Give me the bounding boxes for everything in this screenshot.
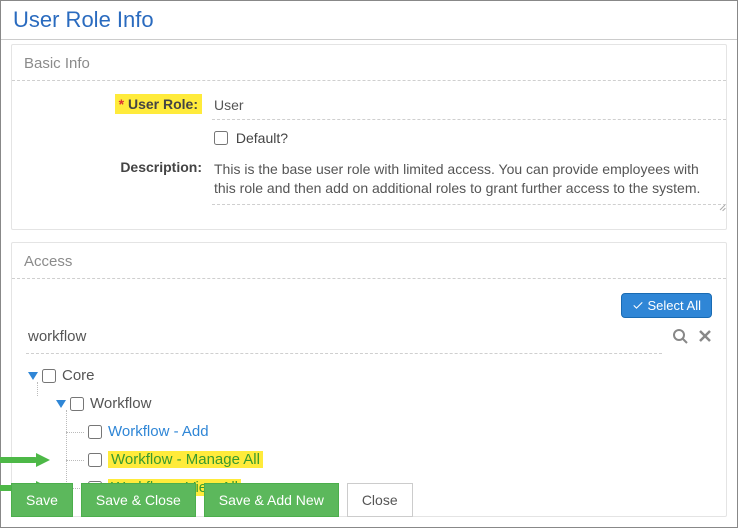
permission-link[interactable]: Workflow - Manage All [108, 451, 263, 468]
select-all-button[interactable]: Select All [621, 293, 712, 318]
user-role-label: * User Role: [115, 94, 202, 114]
clear-search-icon[interactable] [698, 329, 712, 348]
description-row: Description: This is the base user role … [12, 156, 726, 205]
default-checkbox[interactable] [214, 131, 228, 145]
core-checkbox[interactable] [42, 369, 56, 383]
tree-label-core: Core [62, 367, 95, 384]
resize-handle-icon[interactable] [716, 201, 726, 211]
tree-leaf: Workflow - Add [28, 418, 712, 446]
save-button[interactable]: Save [11, 483, 73, 517]
dialog-footer: Save Save & Close Save & Add New Close [11, 483, 413, 517]
required-asterisk: * [119, 96, 124, 112]
workflow-checkbox[interactable] [70, 397, 84, 411]
description-input[interactable]: This is the base user role with limited … [212, 156, 726, 205]
caret-down-icon[interactable] [56, 400, 66, 408]
dialog-title: User Role Info [1, 1, 737, 40]
permission-tree: Core Workflow Workflow - Add Workflow - … [28, 362, 712, 502]
default-label-text: Default? [236, 130, 288, 146]
search-icon[interactable] [672, 328, 688, 349]
user-role-row: * User Role: User [12, 93, 726, 120]
user-role-dialog: User Role Info Basic Info * User Role: U… [0, 0, 738, 528]
access-legend: Access [12, 243, 726, 279]
tree-node-workflow[interactable]: Workflow [28, 390, 712, 418]
search-input[interactable] [26, 324, 662, 354]
save-add-button[interactable]: Save & Add New [204, 483, 339, 517]
caret-down-icon[interactable] [28, 372, 38, 380]
permission-checkbox[interactable] [88, 425, 102, 439]
tree-leaf: Workflow - Manage All [28, 446, 712, 474]
basic-info-section: Basic Info * User Role: User [11, 44, 727, 230]
permission-checkbox[interactable] [88, 453, 102, 467]
permission-link[interactable]: Workflow - Add [108, 423, 209, 440]
tree-node-core[interactable]: Core [28, 362, 712, 390]
basic-info-legend: Basic Info [12, 45, 726, 81]
dialog-content: Basic Info * User Role: User [1, 40, 737, 517]
tree-label-workflow: Workflow [90, 395, 151, 412]
access-section: Access Select All [11, 242, 727, 517]
check-icon [632, 299, 644, 311]
default-checkbox-label[interactable]: Default? [212, 126, 290, 154]
user-role-input[interactable]: User [212, 93, 726, 120]
close-button[interactable]: Close [347, 483, 413, 517]
description-label: Description: [12, 156, 212, 175]
default-row: Default? [12, 130, 726, 146]
select-all-label: Select All [648, 298, 701, 313]
user-role-label-text: User Role: [128, 96, 198, 112]
save-close-button[interactable]: Save & Close [81, 483, 196, 517]
